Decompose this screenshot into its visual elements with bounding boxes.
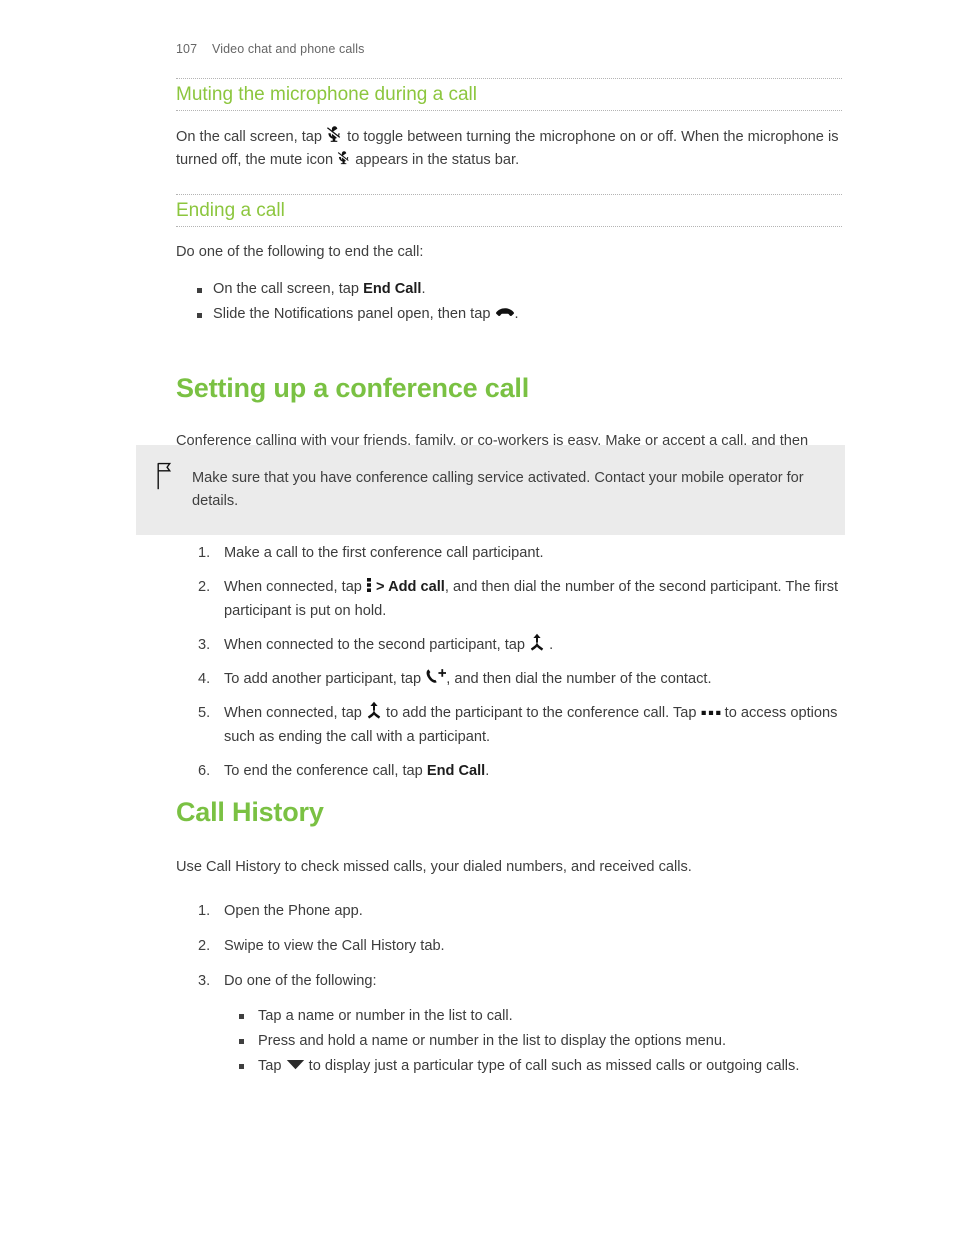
list-item: Swipe to view the Call History tab. <box>176 934 842 958</box>
bullet-text-1-after: . <box>421 280 426 297</box>
end-call-icon <box>495 307 515 320</box>
step-4-text-b: , and then dial the number of the contac… <box>446 671 712 687</box>
call-history-intro: Use Call History to check missed calls, … <box>176 859 692 876</box>
bullet-text-2: Slide the Notifications panel open, then… <box>213 305 491 322</box>
merge-call-icon <box>529 633 545 654</box>
list-item: To end the conference call, tap End Call… <box>176 759 842 783</box>
section-heading-ending: Ending a call <box>176 199 285 221</box>
step-6-text-a: To end the conference call, tap <box>224 763 423 779</box>
list-item: When connected, tap > Add call, and then… <box>176 575 842 623</box>
end-call-label: End Call <box>363 280 422 297</box>
muting-text-3: appears in the status bar. <box>355 151 520 168</box>
list-item: Slide the Notifications panel open, then… <box>176 303 842 326</box>
merge-call-icon <box>366 701 382 722</box>
content-column: Muting the microphone during a call On t… <box>176 78 842 476</box>
page-title-conference: Setting up a conference call <box>176 372 529 403</box>
step-4-text-a: To add another participant, tap <box>224 671 422 687</box>
sub-bullet-3-text-b: to display just a particular type of cal… <box>308 1058 800 1075</box>
conference-steps: Make a call to the first conference call… <box>176 541 842 783</box>
flag-icon <box>156 461 174 496</box>
ch-step-1-text: Open the Phone app. <box>224 903 363 920</box>
ch-step-2-text: Swipe to view the Call History tab. <box>224 938 445 955</box>
list-item: Tap to display just a particular type of… <box>224 1055 842 1078</box>
call-history-sub-bullets: Tap a name or number in the list to call… <box>224 1005 842 1078</box>
bullet-text-1: On the call screen, tap <box>213 280 360 297</box>
more-options-icon <box>701 710 721 716</box>
dropdown-triangle-icon <box>286 1059 305 1070</box>
list-item: Tap a name or number in the list to call… <box>224 1005 842 1028</box>
section-heading-muting: Muting the microphone during a call <box>176 84 478 105</box>
chapter-title: Video chat and phone calls <box>212 42 365 56</box>
running-header: 107 Video chat and phone calls <box>176 42 364 56</box>
sub-bullet-3-text-a: Tap <box>258 1058 282 1075</box>
step-6-text-b: . <box>485 763 490 779</box>
list-item: Press and hold a name or number in the l… <box>224 1030 842 1053</box>
step-1-text: Make a call to the first conference call… <box>224 545 544 561</box>
list-item: Open the Phone app. <box>176 899 842 923</box>
call-history-steps: Open the Phone app. Swipe to view the Ca… <box>176 899 842 1078</box>
add-call-icon <box>425 668 447 686</box>
step-5-text-b: to add the participant to the conference… <box>386 705 697 721</box>
list-item: On the call screen, tap End Call. <box>176 278 842 301</box>
sub-bullet-2-text: Press and hold a name or number in the l… <box>258 1033 727 1050</box>
page-title-call-history: Call History <box>176 797 324 827</box>
conference-steps-wrapper: Make a call to the first conference call… <box>176 541 842 793</box>
step-3-text-a: When connected to the second participant… <box>224 637 525 653</box>
note-box: Make sure that you have conference calli… <box>136 445 845 535</box>
ch-step-3-text: Do one of the following: <box>224 973 377 990</box>
step-2-add-call-label: > Add call <box>376 579 445 595</box>
section-heading-ending-block: Ending a call <box>176 193 842 227</box>
sub-bullet-1-text: Tap a name or number in the list to call… <box>258 1008 513 1025</box>
step-5-text-a: When connected, tap <box>224 705 362 721</box>
muting-text-1: On the call screen, tap <box>176 128 323 145</box>
mute-microphone-icon <box>326 125 343 145</box>
call-history-section: Call History Use Call History to check m… <box>176 796 842 1086</box>
note-text: Make sure that you have conference calli… <box>192 470 804 509</box>
mute-microphone-icon-status <box>337 150 351 167</box>
ending-intro: Do one of the following to end the call: <box>176 243 424 260</box>
list-item: When connected, tap to add the participa… <box>176 701 842 749</box>
document-page: 107 Video chat and phone calls Muting the… <box>0 0 954 1235</box>
step-6-end-call-label: End Call <box>426 763 486 779</box>
ending-bullet-list: On the call screen, tap End Call. Slide … <box>176 278 842 326</box>
list-item: When connected to the second participant… <box>176 633 842 657</box>
list-item: Do one of the following: Tap a name or n… <box>176 969 842 1078</box>
bullet-text-2-after: . <box>514 305 519 322</box>
list-item: Make a call to the first conference call… <box>176 541 842 565</box>
list-item: To add another participant, tap , and th… <box>176 667 842 691</box>
step-3-text-b: . <box>549 637 554 653</box>
muting-paragraph: On the call screen, tap to toggle betwee… <box>176 125 842 172</box>
page-number: 107 <box>176 42 198 56</box>
section-heading-muting-block: Muting the microphone during a call <box>176 78 842 111</box>
step-2-text-a: When connected, tap <box>224 579 362 595</box>
